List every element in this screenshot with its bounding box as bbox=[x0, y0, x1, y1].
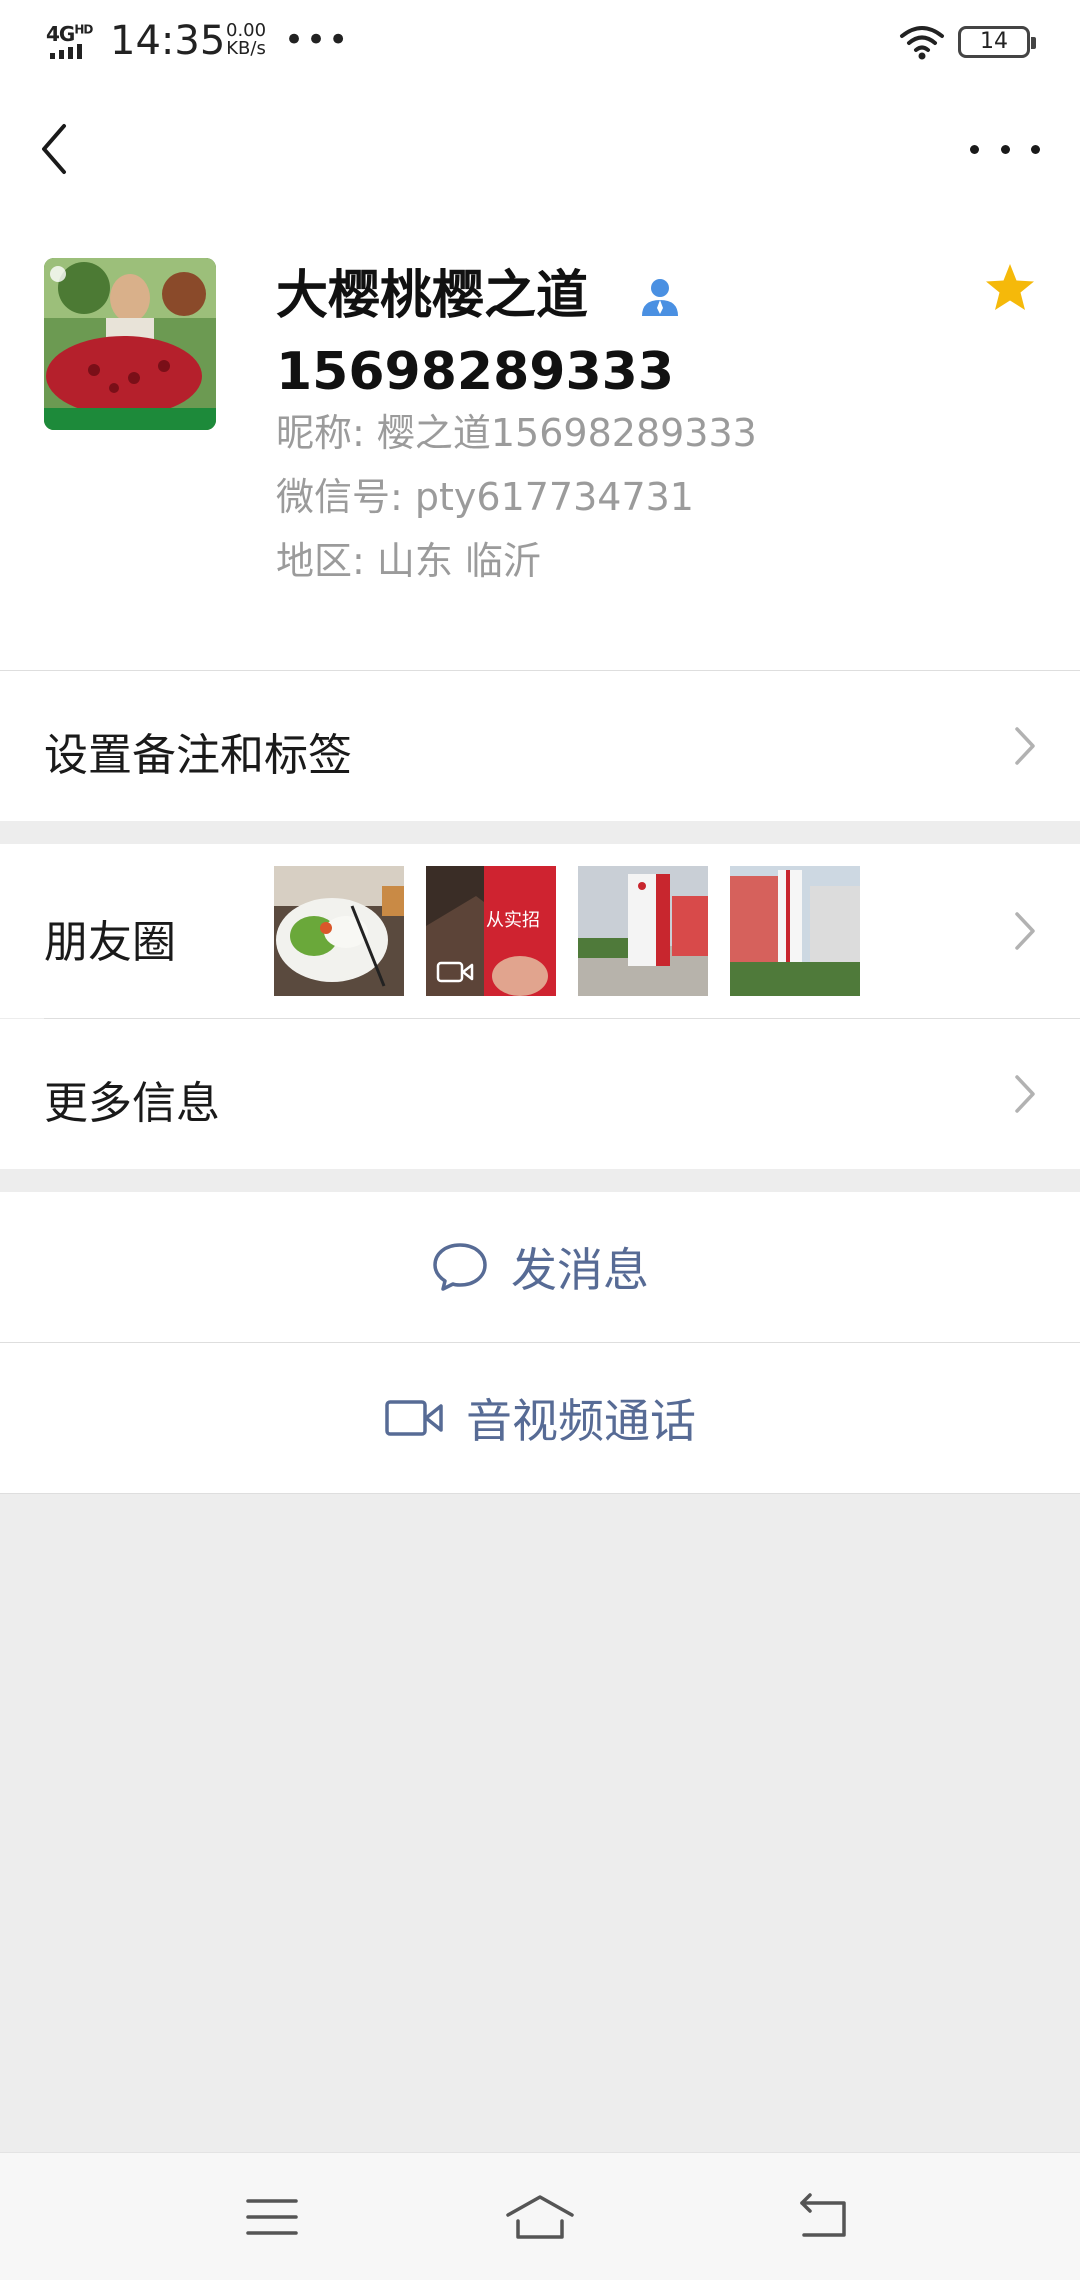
chevron-right-icon bbox=[1015, 1075, 1035, 1113]
home-icon[interactable] bbox=[504, 2191, 576, 2243]
status-bar: 4GHD 14:35 0.00 KB/s ••• 14 bbox=[0, 0, 1080, 84]
moments-row[interactable]: 朋友圈 从实招 bbox=[0, 844, 1080, 1018]
network-type: 4G bbox=[46, 22, 75, 46]
wechat-id-text[interactable]: 微信号: pty617734731 bbox=[276, 466, 694, 521]
display-name-line1: 大樱桃樱之道 bbox=[276, 266, 589, 326]
display-name-line2: 15698289333 bbox=[276, 342, 674, 402]
network-speed-unit: KB/s bbox=[226, 38, 266, 59]
more-info-label: 更多信息 bbox=[44, 1078, 220, 1129]
remark-tags-label: 设置备注和标签 bbox=[44, 730, 352, 781]
contact-profile-page: 4GHD 14:35 0.00 KB/s ••• 14 大樱桃樱之道 15698… bbox=[0, 0, 1080, 2280]
send-message-button[interactable]: 发消息 bbox=[0, 1192, 1080, 1342]
video-call-label: 音视频通话 bbox=[466, 1394, 696, 1448]
video-camera-icon bbox=[385, 1400, 443, 1436]
chat-bubble-icon bbox=[433, 1243, 487, 1291]
video-call-button[interactable]: 音视频通话 bbox=[0, 1343, 1080, 1493]
more-dots-icon[interactable] bbox=[970, 124, 1040, 174]
chevron-right-icon bbox=[1015, 912, 1035, 950]
menu-icon[interactable] bbox=[242, 2191, 302, 2243]
status-overflow-indicator: ••• bbox=[284, 20, 351, 60]
moments-label: 朋友圈 bbox=[44, 917, 176, 968]
moment-thumbnail-video[interactable]: 从实招 bbox=[426, 866, 556, 996]
divider bbox=[0, 1493, 1080, 1494]
moment-thumbnail-food[interactable] bbox=[274, 866, 404, 996]
video-camera-icon bbox=[436, 961, 474, 983]
network-speed: 0.00 KB/s bbox=[226, 22, 266, 58]
back-arrow-icon[interactable] bbox=[30, 114, 90, 184]
top-nav-bar bbox=[0, 84, 1080, 214]
wifi-icon bbox=[900, 26, 944, 60]
chevron-right-icon bbox=[1015, 727, 1035, 765]
send-message-label: 发消息 bbox=[511, 1243, 649, 1297]
video-thumbnail-text: 从实招 bbox=[486, 910, 540, 931]
region-text: 地区: 山东 临沂 bbox=[276, 539, 541, 583]
star-icon[interactable] bbox=[984, 262, 1036, 314]
network-hd: HD bbox=[74, 22, 93, 37]
avatar[interactable] bbox=[44, 258, 216, 430]
avatar-image bbox=[44, 258, 216, 430]
moments-thumbnails: 从实招 bbox=[274, 866, 860, 996]
battery-level: 14 bbox=[980, 29, 1008, 54]
system-nav-bar bbox=[0, 2152, 1080, 2280]
contact-display-name: 大樱桃樱之道 15698289333 bbox=[276, 258, 876, 410]
battery-icon: 14 bbox=[958, 26, 1036, 58]
nickname-text: 昵称: 樱之道15698289333 bbox=[276, 411, 757, 455]
network-signal-icon: 4GHD bbox=[46, 22, 100, 62]
profile-header: 大樱桃樱之道 15698289333 昵称: 樱之道15698289333 微信… bbox=[0, 214, 1080, 670]
clock-time: 14:35 bbox=[110, 18, 226, 64]
moment-thumbnail-building[interactable] bbox=[730, 866, 860, 996]
moment-thumbnail-signboard[interactable] bbox=[578, 866, 708, 996]
more-info-row[interactable]: 更多信息 bbox=[0, 1019, 1080, 1169]
return-icon[interactable] bbox=[794, 2191, 854, 2243]
contact-person-icon bbox=[642, 279, 678, 316]
remark-tags-row[interactable]: 设置备注和标签 bbox=[0, 671, 1080, 821]
